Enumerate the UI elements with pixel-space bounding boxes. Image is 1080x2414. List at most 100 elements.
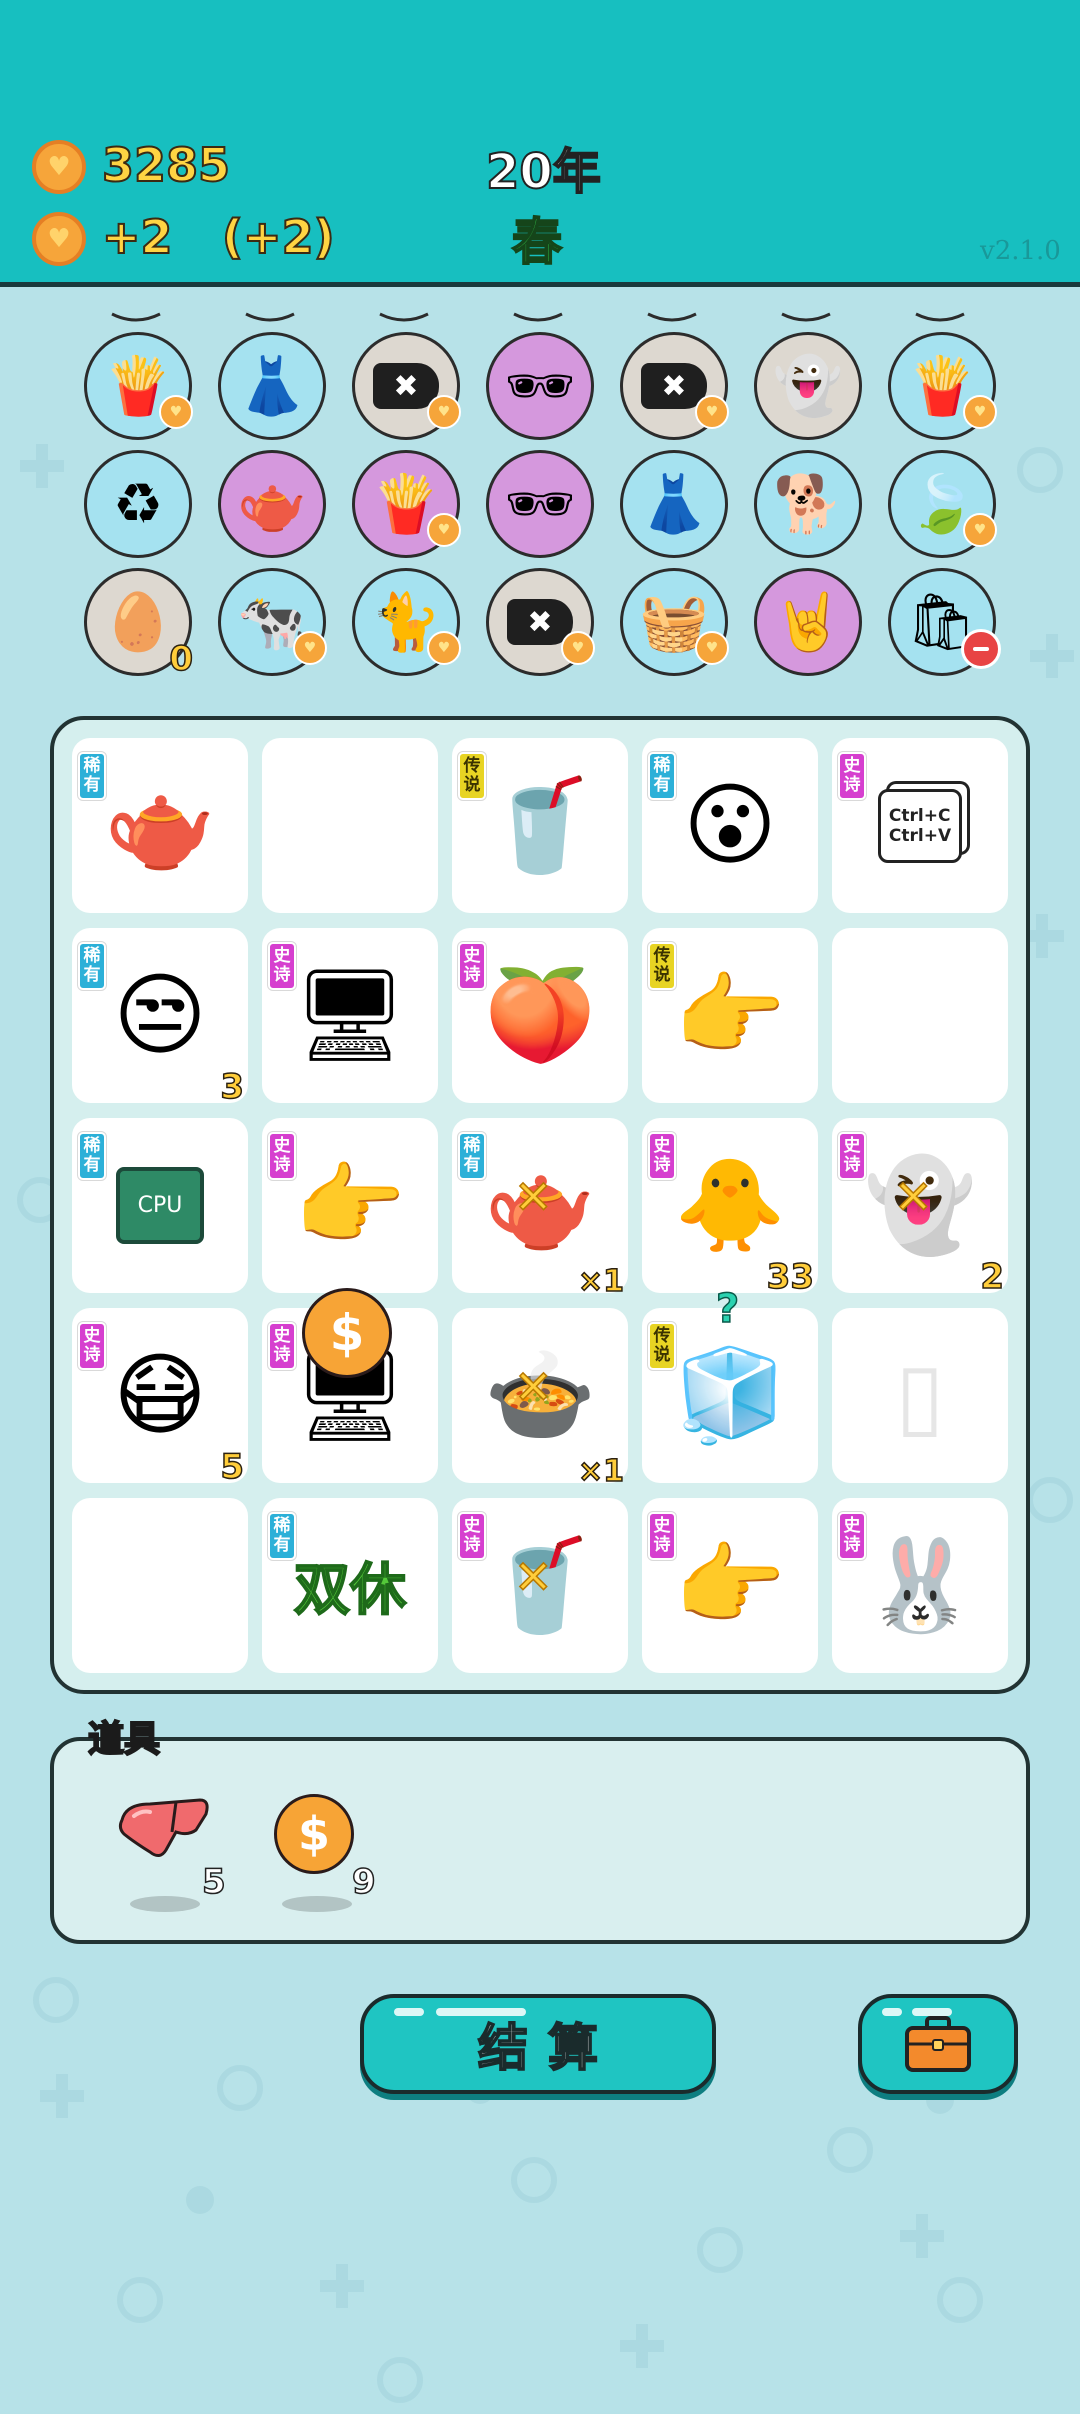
rarity-tag: 史诗 bbox=[458, 942, 486, 990]
cell-multiplier: ×1 bbox=[577, 1453, 625, 1490]
heart-badge-icon: ♥ bbox=[159, 395, 193, 429]
rarity-tag: 史诗 bbox=[838, 752, 866, 800]
pointing-hand-icon: 👉 bbox=[673, 1533, 787, 1638]
heart-badge-icon: ♥ bbox=[427, 631, 461, 665]
owned-item-trash-bag-icon[interactable]: ♻ bbox=[84, 450, 192, 558]
rarity-tag: 传说 bbox=[648, 1322, 676, 1370]
owned-item-eyepatch-icon[interactable]: 🕶 bbox=[486, 332, 594, 440]
owned-item-cows-icon[interactable]: 🐄 ♥ bbox=[218, 568, 327, 676]
rock-hand-icon: 🤘 bbox=[773, 590, 843, 655]
rarity-tag: 稀有 bbox=[268, 1512, 296, 1560]
faded-fridge-icon: ▯ bbox=[895, 1343, 945, 1448]
owned-item-skirt-icon[interactable]: 👗 bbox=[218, 332, 326, 440]
skirt-icon: 👗 bbox=[639, 472, 709, 537]
cpu-icon: CPU bbox=[115, 1167, 205, 1244]
rarity-tag: 史诗 bbox=[648, 1512, 676, 1560]
grid-cell-duck-icon[interactable]: 🐥 史诗 33 bbox=[642, 1118, 818, 1298]
grid-cell-milk-tea-icon[interactable]: 🥤 史诗 ✕ bbox=[452, 1498, 628, 1673]
weekend-text-icon: 双休 bbox=[293, 1557, 407, 1624]
owned-item-rock-hand-icon[interactable]: 🤘 bbox=[754, 568, 862, 676]
button-shine bbox=[882, 2008, 902, 2016]
rarity-tag: 史诗 bbox=[838, 1132, 866, 1180]
grid-cell-pointing-hand-icon[interactable]: 👉 史诗 bbox=[642, 1498, 818, 1673]
liver-count: 5 bbox=[201, 1861, 226, 1903]
gravy-boat-icon: 🫖 bbox=[237, 472, 307, 537]
grid-cell-milk-tea-icon[interactable]: 🥤 传说 bbox=[452, 738, 628, 913]
grid-cell-peach-icon[interactable]: 🍑 史诗 bbox=[452, 928, 628, 1103]
grid-cell-teapot-icon[interactable]: 🫖 稀有 bbox=[72, 738, 248, 913]
cross-effect-icon: ✕ bbox=[513, 1359, 553, 1415]
question-mark-icon: ? bbox=[715, 1285, 740, 1333]
backpack-button[interactable] bbox=[858, 1994, 1018, 2094]
grid-cell-soup-bowl-icon[interactable]: 🍲 ✕ ×1 bbox=[452, 1308, 628, 1490]
owned-item-fries-icon[interactable]: 🍟 ♥ bbox=[352, 450, 461, 558]
grid-cell-cpu-icon[interactable]: CPU 稀有 bbox=[72, 1118, 248, 1293]
owned-item-dog-icon[interactable]: 🐕 bbox=[754, 450, 862, 558]
rarity-tag: 史诗 bbox=[838, 1512, 866, 1560]
grid-cell-faded-fridge-icon[interactable]: ▯ bbox=[832, 1308, 1008, 1483]
grid-cell-copy-paste-icon[interactable]: Ctrl+C Ctrl+V 史诗 bbox=[832, 738, 1008, 913]
grid-cell-teapot-icon[interactable]: 🫖 稀有 ✕ ×1 bbox=[452, 1118, 628, 1300]
owned-item-leaf-icon[interactable]: 🍃 ♥ bbox=[888, 450, 997, 558]
pointing-hand-icon: 👉 bbox=[293, 1153, 407, 1258]
owned-item-skirt-icon[interactable]: 👗 bbox=[620, 450, 728, 558]
settle-button-label: 结算 bbox=[477, 2018, 618, 2078]
top-bar: ♥ 3285 ♥ +2 (+2) 20年 春 v2.1.0 bbox=[0, 0, 1080, 287]
rarity-tag: 传说 bbox=[458, 752, 486, 800]
rarity-tag: 史诗 bbox=[648, 1132, 676, 1180]
coin-total: 3285 bbox=[101, 137, 231, 193]
owned-item-fries-icon[interactable]: 🍟 ♥ bbox=[84, 332, 193, 440]
rarity-tag: 史诗 bbox=[268, 1322, 296, 1370]
grid-cell-gpu-icon[interactable]: 🖥 史诗 bbox=[262, 928, 438, 1103]
pointing-hand-icon: 👉 bbox=[673, 963, 787, 1068]
grid-cell-ghost-icon[interactable]: 👻 史诗 ✕ 2 bbox=[832, 1118, 1008, 1298]
grid-cell-hat-man-icon[interactable]: 😒 稀有 3 bbox=[72, 928, 248, 1108]
cell-multiplier: ×1 bbox=[577, 1263, 625, 1300]
button-shine bbox=[436, 2008, 526, 2016]
grid-cell-empty-slot[interactable] bbox=[72, 1498, 248, 1673]
milk-tea-icon: 🥤 bbox=[483, 773, 597, 878]
coin-income-bonus: (+2) bbox=[221, 209, 336, 265]
scrolled-row-edges bbox=[111, 312, 965, 322]
liver-icon[interactable] bbox=[116, 1790, 212, 1870]
grid-cell-gpu-icon[interactable]: 🖥 史诗 $ bbox=[262, 1288, 438, 1483]
owned-item-cat-icon[interactable]: 🐈 ♥ bbox=[352, 568, 461, 676]
owned-item-delete-tag-icon[interactable]: ✖ ♥ bbox=[620, 332, 729, 440]
grid-cell-glasses-man-icon[interactable]: 😮 稀有 bbox=[642, 738, 818, 913]
cross-effect-icon: ✕ bbox=[513, 1169, 553, 1225]
owned-item-delete-tag-icon[interactable]: ✖ ♥ bbox=[486, 568, 595, 676]
rarity-tag: 传说 bbox=[648, 942, 676, 990]
grid-cell-masked-man-icon[interactable]: 😷 史诗 5 bbox=[72, 1308, 248, 1488]
coin-count: 9 bbox=[351, 1861, 376, 1903]
gpu-icon: 🖥 bbox=[292, 963, 408, 1068]
owned-item-fruit-basket-icon[interactable]: 🧺 ♥ bbox=[620, 568, 729, 676]
rarity-tag: 稀有 bbox=[78, 942, 106, 990]
egg-tray-icon: 🥚 bbox=[103, 590, 173, 655]
owned-item-ghost-icon[interactable]: 👻 bbox=[754, 332, 862, 440]
skirt-icon: 👗 bbox=[237, 354, 307, 419]
owned-item-delete-tag-icon[interactable]: ✖ ♥ bbox=[352, 332, 461, 440]
settle-button[interactable]: 结算 bbox=[360, 1994, 716, 2094]
grid-cell-empty-slot[interactable] bbox=[262, 738, 438, 913]
duck-icon: 🐥 bbox=[673, 1153, 787, 1258]
remove-badge-icon[interactable] bbox=[961, 629, 1001, 669]
owned-item-fries-icon[interactable]: 🍟 ♥ bbox=[888, 332, 997, 440]
grid-cell-pointing-hand-icon[interactable]: 👉 史诗 bbox=[262, 1118, 438, 1293]
grid-cell-pointing-hand-icon[interactable]: 👉 传说 bbox=[642, 928, 818, 1103]
grid-cell-weekend-text-icon[interactable]: 双休 稀有 bbox=[262, 1498, 438, 1673]
owned-item-eyepatch-icon[interactable]: 🕶 bbox=[486, 450, 594, 558]
coin-drop-icon: $ bbox=[302, 1288, 392, 1378]
owned-item-gravy-boat-icon[interactable]: 🫖 bbox=[218, 450, 326, 558]
rabbit-house-icon: 🐰 bbox=[863, 1533, 977, 1638]
owned-item-count: 0 bbox=[169, 638, 194, 680]
owned-item-bag-icon[interactable]: 🛍 bbox=[888, 568, 1001, 676]
owned-item-egg-tray-icon[interactable]: 🥚 0 bbox=[84, 568, 194, 680]
coin-icon[interactable]: $ bbox=[274, 1794, 354, 1874]
grid-cell-empty-slot[interactable] bbox=[832, 928, 1008, 1103]
version-label: v2.1.0 bbox=[980, 236, 1061, 266]
ghost-icon: 👻 bbox=[773, 354, 843, 419]
grid-cell-fridge-icon[interactable]: 🧊 传说? bbox=[642, 1285, 818, 1483]
heart-badge-icon: ♥ bbox=[695, 631, 729, 665]
copy-paste-icon: Ctrl+C Ctrl+V bbox=[877, 788, 963, 863]
grid-cell-rabbit-house-icon[interactable]: 🐰 史诗 bbox=[832, 1498, 1008, 1673]
